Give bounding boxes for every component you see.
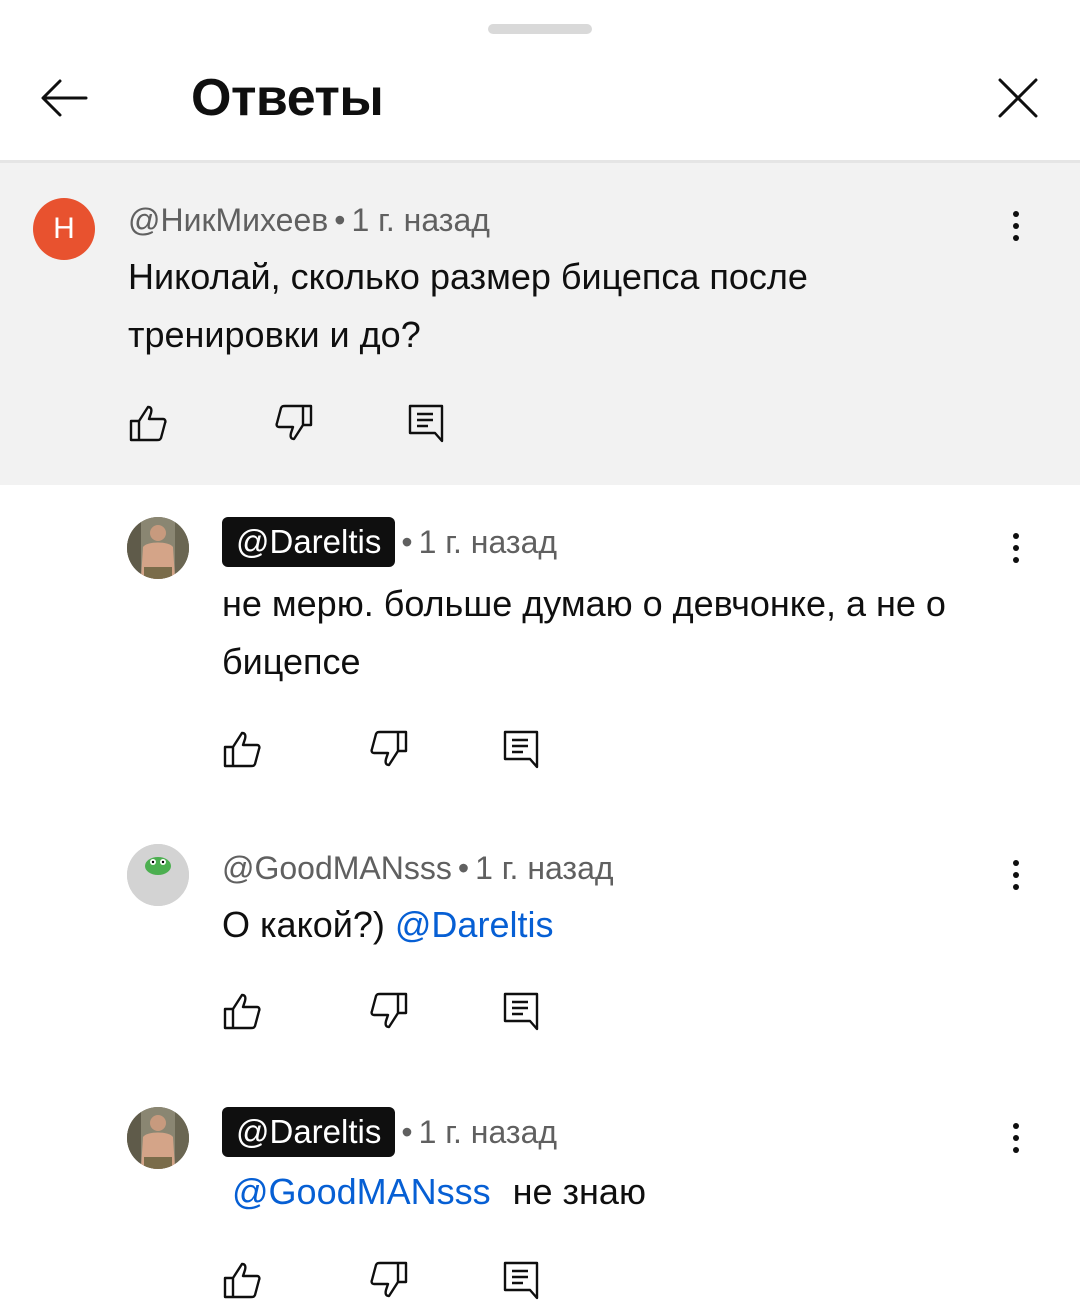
comment-meta: @НикМихеев • 1 г. назад [128,200,490,240]
comment-meta: @Dareltis • 1 г. назад [222,1107,557,1157]
creator-author-badge[interactable]: @Dareltis [222,1107,396,1157]
comment-icon [503,1261,539,1300]
meta-separator: • [334,202,346,238]
avatar[interactable] [127,1107,189,1169]
thumb-up-icon [223,731,261,768]
comment-icon [408,404,444,443]
close-button[interactable] [990,70,1046,126]
comment-author[interactable]: @GoodMANsss [222,850,452,886]
comment-body: О какой?) [222,904,385,945]
reply-button[interactable] [501,991,541,1031]
parent-comment: Н @НикМихеев • 1 г. назад Николай, сколько… [0,163,1080,485]
thumb-up-icon [223,993,261,1030]
comment-text: Николай, сколько размер бицепса после тр… [128,256,808,355]
more-options-button[interactable] [1001,205,1031,265]
thumb-down-icon [370,730,408,767]
comment-time: 1 г. назад [418,1114,558,1150]
like-button[interactable] [222,1260,262,1300]
comment-text: О какой?) @Dareltis [222,896,1022,954]
comment-icon [503,730,539,769]
more-vert-icon [1013,860,1019,866]
avatar[interactable] [127,517,189,579]
avatar[interactable] [127,844,189,906]
more-vert-icon [1013,1123,1019,1129]
comment-icon [503,992,539,1031]
replies-sheet: Ответы Н @НикМихеев • 1 г. назад Николай, … [0,0,1080,1316]
reply-button[interactable] [501,729,541,769]
dislike-button[interactable] [369,1260,409,1300]
back-button[interactable] [34,68,94,128]
meta-separator: • [401,1114,413,1150]
thumb-down-icon [370,992,408,1029]
more-vert-icon [1013,211,1019,217]
comment-time: 1 г. назад [351,202,490,238]
more-options-button[interactable] [1001,527,1031,587]
dislike-button[interactable] [369,729,409,769]
comment-text: @GoodMANsss не знаю [232,1163,1032,1221]
like-button[interactable] [222,729,262,769]
like-button[interactable] [128,403,168,443]
dislike-button[interactable] [369,991,409,1031]
comment-text: не мерю. больше думаю о девчонке, а не о… [222,583,946,682]
avatar[interactable]: Н [33,198,95,260]
mention-link[interactable]: @Dareltis [395,904,554,945]
close-icon [998,78,1038,118]
user-photo-icon [127,1107,189,1169]
header: Ответы [0,40,1080,160]
reply-comment: @Dareltis • 1 г. назад не мерю. больше дум… [0,485,1080,805]
arrow-left-icon [41,79,88,117]
comment-author[interactable]: @НикМихеев [128,202,328,238]
more-options-button[interactable] [1001,1117,1031,1177]
comment-body: не знаю [512,1171,646,1212]
more-options-button[interactable] [1001,854,1031,914]
more-vert-icon [1013,533,1019,539]
page-title: Ответы [191,69,384,127]
drag-handle[interactable] [488,24,592,34]
meta-separator: • [401,524,413,560]
like-button[interactable] [222,991,262,1031]
thumb-up-icon [129,405,167,442]
reply-comment: @Dareltis • 1 г. назад @GoodMANsss не знаю [0,1075,1080,1316]
user-photo-icon [127,844,189,906]
reply-button[interactable] [406,403,446,443]
reply-button[interactable] [501,1260,541,1300]
user-photo-icon [127,517,189,579]
comment-time: 1 г. назад [418,524,558,560]
comment-meta: @Dareltis • 1 г. назад [222,517,557,567]
meta-separator: • [457,850,470,886]
dislike-button[interactable] [274,403,314,443]
comment-meta: @GoodMANsss • 1 г. назад [222,848,614,888]
mention-link[interactable]: @GoodMANsss [232,1171,491,1212]
reply-comment: @GoodMANsss • 1 г. назад О какой?) @Darelt… [0,810,1080,1070]
thumb-down-icon [370,1261,408,1298]
comment-time: 1 г. назад [475,850,614,886]
thumb-down-icon [275,404,313,441]
thumb-up-icon [223,1262,261,1299]
creator-author-badge[interactable]: @Dareltis [222,517,396,567]
